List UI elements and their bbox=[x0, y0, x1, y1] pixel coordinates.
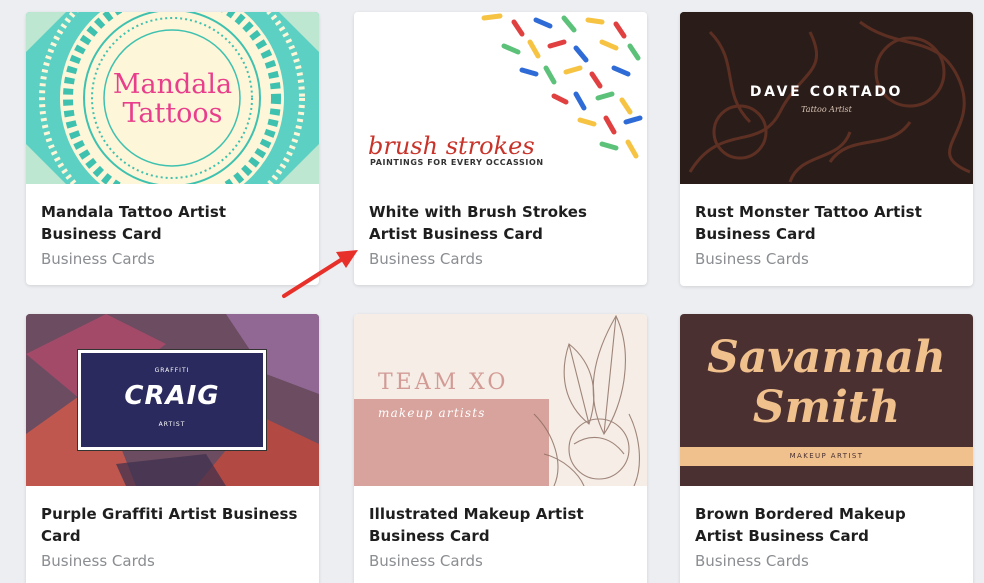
template-card-rust-monster[interactable]: DAVE CORTADO Tattoo Artist Rust Monster … bbox=[680, 12, 973, 286]
leaf-illustration bbox=[533, 314, 640, 486]
card-category: Business Cards bbox=[695, 552, 809, 570]
preview-line-1: DAVE CORTADO bbox=[749, 84, 904, 100]
template-thumbnail[interactable]: brush strokes PAINTINGS FOR EVERY OCCASS… bbox=[354, 12, 647, 184]
preview-line-2: PAINTINGS FOR EVERY OCCASSION bbox=[370, 158, 544, 167]
card-title[interactable]: Mandala Tattoo Artist Business Card bbox=[41, 201, 304, 245]
template-card-brush-strokes[interactable]: brush strokes PAINTINGS FOR EVERY OCCASS… bbox=[354, 12, 647, 285]
card-title[interactable]: White with Brush Strokes Artist Business… bbox=[369, 201, 632, 245]
card-category: Business Cards bbox=[41, 552, 155, 570]
preview-line-1: Mandala bbox=[112, 69, 233, 100]
card-category: Business Cards bbox=[369, 250, 483, 268]
template-card-brown-bordered[interactable]: Savannah Smith MAKEUP ARTIST Brown Borde… bbox=[680, 314, 973, 583]
preview-line-1: TEAM XO bbox=[378, 370, 509, 395]
card-title[interactable]: Purple Graffiti Artist Business Card bbox=[41, 503, 304, 547]
card-category: Business Cards bbox=[695, 250, 809, 268]
template-card-purple-graffiti[interactable]: GRAFFITI CRAIG ARTIST Purple Graffiti Ar… bbox=[26, 314, 319, 583]
red-arrow-icon bbox=[282, 250, 358, 298]
card-title[interactable]: Illustrated Makeup Artist Business Card bbox=[369, 503, 632, 547]
template-thumbnail[interactable]: TEAM XO makeup artists bbox=[354, 314, 647, 486]
template-thumbnail[interactable]: DAVE CORTADO Tattoo Artist bbox=[680, 12, 973, 184]
preview-line-2: Smith bbox=[752, 382, 901, 433]
preview-line-1: brush strokes bbox=[368, 132, 535, 160]
template-thumbnail[interactable]: GRAFFITI CRAIG ARTIST bbox=[26, 314, 319, 486]
preview-line-1: Savannah bbox=[707, 332, 946, 383]
preview-top: GRAFFITI bbox=[154, 367, 190, 374]
template-thumbnail[interactable]: Mandala Tattoos bbox=[26, 12, 319, 184]
card-category: Business Cards bbox=[41, 250, 155, 268]
preview-bottom: ARTIST bbox=[158, 421, 186, 428]
preview-line-2: makeup artists bbox=[378, 406, 486, 420]
template-card-illustrated-makeup[interactable]: TEAM XO makeup artists Illustrated Makeu… bbox=[354, 314, 647, 583]
preview-line-3: MAKEUP ARTIST bbox=[789, 452, 864, 460]
preview-line-2: Tattoos bbox=[122, 98, 223, 129]
template-thumbnail[interactable]: Savannah Smith MAKEUP ARTIST bbox=[680, 314, 973, 486]
preview-name: CRAIG bbox=[124, 381, 220, 411]
gold-band: MAKEUP ARTIST bbox=[680, 447, 973, 466]
card-title[interactable]: Brown Bordered Makeup Artist Business Ca… bbox=[695, 503, 958, 547]
graffiti-name-box: GRAFFITI CRAIG ARTIST bbox=[77, 349, 267, 451]
template-card-mandala[interactable]: Mandala Tattoos Mandala Tattoo Artist Bu… bbox=[26, 12, 319, 285]
preview-line-2: Tattoo Artist bbox=[801, 105, 852, 114]
card-title[interactable]: Rust Monster Tattoo Artist Business Card bbox=[695, 201, 958, 245]
card-category: Business Cards bbox=[369, 552, 483, 570]
